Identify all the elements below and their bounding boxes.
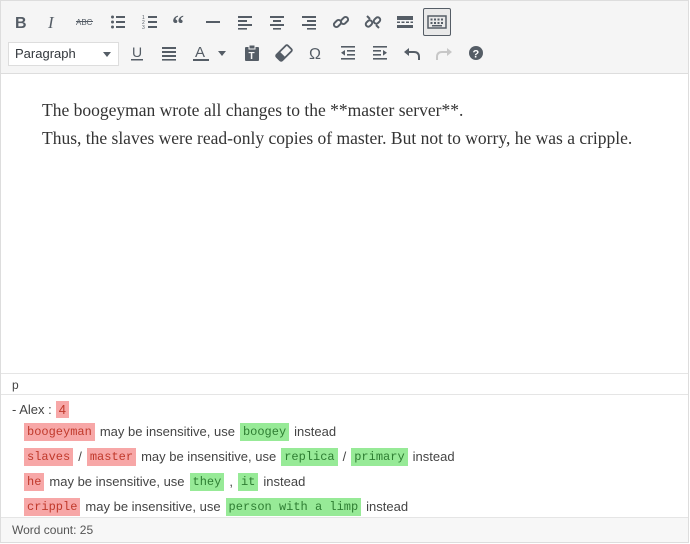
bold-icon[interactable]: B	[7, 8, 35, 36]
strikethrough-icon[interactable]: ABC	[71, 8, 99, 36]
undo-icon[interactable]	[398, 39, 426, 67]
alex-message: boogeyman may be insensitive, use boogey…	[12, 419, 688, 444]
flagged-word: slaves	[24, 447, 74, 466]
text-color-icon[interactable]: A	[187, 39, 231, 67]
svg-text:?: ?	[473, 49, 480, 61]
alex-message: slaves / master may be insensitive, use …	[12, 444, 688, 469]
svg-text:Ω: Ω	[309, 46, 321, 61]
help-icon[interactable]: ?	[462, 39, 490, 67]
status-bar: Word count: 25	[1, 517, 688, 542]
read-more-icon[interactable]	[391, 8, 419, 36]
alex-message: he may be insensitive, use they , it ins…	[12, 469, 688, 494]
align-right-icon[interactable]	[295, 8, 323, 36]
alex-header: - Alex : 4	[12, 399, 688, 419]
message-suffix: instead	[294, 424, 337, 439]
svg-text:“: “	[172, 14, 184, 30]
separator-slash: /	[78, 449, 82, 464]
redo-icon[interactable]	[430, 39, 458, 67]
message-suffix: instead	[263, 474, 306, 489]
editor-toolbar: B I ABC 123 “ Paragraph U A T Ω ?	[1, 1, 688, 74]
svg-text:3: 3	[142, 25, 145, 30]
flagged-word: he	[24, 472, 45, 491]
paste-text-icon[interactable]: T	[238, 39, 266, 67]
decrease-indent-icon[interactable]	[334, 39, 362, 67]
special-character-icon[interactable]: Ω	[302, 39, 330, 67]
svg-text:B: B	[15, 15, 27, 30]
increase-indent-icon[interactable]	[366, 39, 394, 67]
justify-icon[interactable]	[155, 39, 183, 67]
svg-text:U: U	[132, 45, 142, 60]
alex-panel: - Alex : 4 boogeyman may be insensitive,…	[12, 399, 688, 519]
svg-text:A: A	[195, 44, 205, 61]
flagged-word: cripple	[24, 497, 81, 516]
suggested-word: it	[237, 472, 259, 491]
flagged-word: master	[86, 447, 137, 466]
alex-label: - Alex :	[12, 401, 52, 417]
message-text: may be insensitive, use	[49, 474, 185, 489]
flagged-word: boogeyman	[24, 422, 95, 441]
insert-link-icon[interactable]	[327, 8, 355, 36]
alex-count-badge: 4	[55, 400, 69, 418]
suggested-word: boogey	[239, 422, 290, 441]
suggested-word: person with a limp	[225, 497, 362, 516]
suggested-word: replica	[281, 447, 338, 466]
separator-slash: /	[342, 449, 347, 464]
clear-formatting-icon[interactable]	[270, 39, 298, 67]
separator-comma: ,	[229, 474, 233, 489]
suggested-word: they	[189, 472, 225, 491]
editor-content[interactable]: The boogeyman wrote all changes to the *…	[42, 96, 682, 152]
format-select-value: Paragraph	[15, 46, 76, 61]
editor: B I ABC 123 “ Paragraph U A T Ω ? The bo…	[0, 0, 689, 543]
message-suffix: instead	[412, 449, 455, 464]
underline-icon[interactable]: U	[123, 39, 151, 67]
message-text: may be insensitive, use	[85, 499, 221, 514]
toolbar-toggle-icon[interactable]	[423, 8, 451, 36]
svg-text:T: T	[249, 51, 255, 62]
format-select[interactable]: Paragraph	[8, 42, 119, 66]
alex-message: cripple may be insensitive, use person w…	[12, 494, 688, 519]
message-text: may be insensitive, use	[99, 424, 235, 439]
align-center-icon[interactable]	[263, 8, 291, 36]
italic-icon[interactable]: I	[38, 8, 66, 36]
word-count: Word count: 25	[12, 523, 94, 537]
message-text: may be insensitive, use	[141, 449, 277, 464]
chevron-down-icon	[103, 52, 111, 57]
svg-text:I: I	[47, 14, 55, 30]
svg-text:ABC: ABC	[76, 18, 93, 27]
path-element-p[interactable]: p	[12, 378, 19, 392]
message-suffix: instead	[366, 499, 409, 514]
content-line-1: The boogeyman wrote all changes to the *…	[42, 100, 464, 120]
horizontal-line-icon[interactable]	[199, 8, 227, 36]
remove-link-icon[interactable]	[359, 8, 387, 36]
element-path: p	[1, 373, 688, 395]
align-left-icon[interactable]	[231, 8, 259, 36]
numbered-list-icon[interactable]: 123	[136, 8, 164, 36]
content-line-2: Thus, the slaves were read-only copies o…	[42, 128, 633, 148]
suggested-word: primary	[351, 447, 408, 466]
blockquote-icon[interactable]: “	[167, 8, 195, 36]
bulleted-list-icon[interactable]	[104, 8, 132, 36]
